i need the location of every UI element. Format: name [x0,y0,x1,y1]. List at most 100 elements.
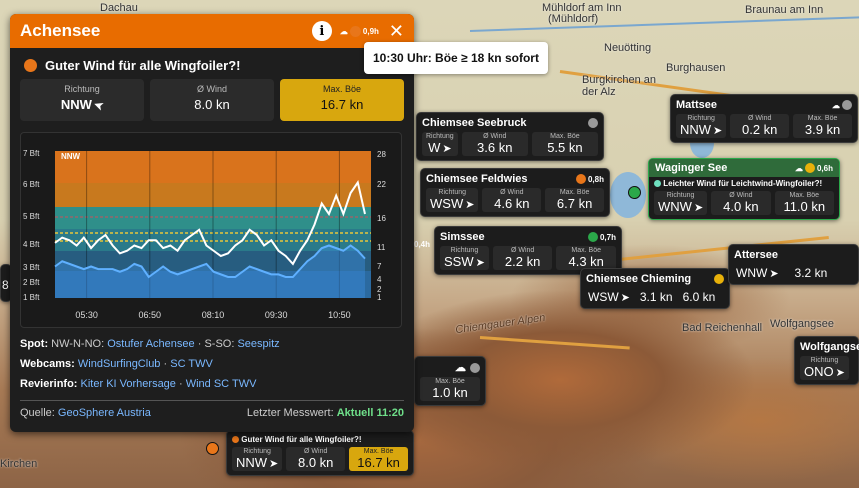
place-label: Bad Reichenhall [682,322,763,334]
station-message-text: Guter Wind für alle Wingfoiler?! [241,435,362,444]
wind-value: 4.0 kn [723,199,759,214]
wind-value: 3.6 kn [477,140,513,155]
wind-label: Ø Wind [500,189,524,196]
station-title: Simssee [440,231,485,243]
status-dot [714,274,724,284]
station-card-chiemsee-seebruck[interactable]: Chiemsee Seebruck Richtung W ➤ Ø Wind 3.6 k… [416,112,604,161]
webcam-link-1[interactable]: WindSurfingClub [78,358,161,370]
y-tick-left: 3 Bft [23,263,40,272]
revier-link-2[interactable]: Wind SC TWV [186,378,257,390]
gust-label: Max. Böe [435,378,465,385]
station-title: Waginger See [655,162,728,174]
y-tick-right: 28 [377,150,386,159]
spot-s-link[interactable]: Seespitz [237,338,279,350]
y-tick-left: 4 Bft [23,240,40,249]
webcams-label: Webcams: [20,358,75,370]
gust-value: 11.0 kn [783,199,826,214]
station-card-wolfgangsee[interactable]: Wolfgangsee RichtungONO➤ [794,336,859,385]
place-label: Chiemgauer Alpen [454,311,547,337]
place-label: Wolfgangsee [770,318,835,330]
direction-value: WSW [588,290,619,304]
panel-message: Guter Wind für alle Wingfoiler?! [10,48,414,79]
station-card-attersee[interactable]: Attersee WNW ➤ 3.2 kn [728,244,859,285]
panel-header: Achensee i ☁ 0,9h ✕ [10,14,414,48]
revier-link-1[interactable]: Kiter KI Vorhersage [81,378,176,390]
y-tick-right: 7 [377,262,382,271]
gust-value: 6.7 kn [556,196,593,211]
gust-value: 5.5 kn [547,140,583,155]
cloud-icon: ☁ [455,362,466,374]
direction-value: WNW [658,199,692,214]
partial-value: 8 [2,278,9,292]
wind-value: 3.1 kn [639,290,673,304]
spot-label: Spot: [20,338,49,350]
y-tick-right: 22 [377,180,386,189]
duration-badge: 0,6h [816,163,833,173]
cloud-icon: ☁ [339,26,348,36]
y-tick-right: 11 [377,243,386,252]
station-marker[interactable] [628,186,641,199]
gust-label: Max. Böe [807,115,838,122]
direction-value: W [428,140,441,155]
panel-footer: Quelle: GeoSphere Austria Letzter Messwe… [20,407,404,419]
station-title: Wolfgangsee [800,341,859,353]
source-link[interactable]: GeoSphere Austria [58,407,151,419]
gust-value: 6.0 kn [682,290,716,304]
wind-arrow-icon: ➤ [442,143,452,155]
spot-s-label: S-SO: [204,338,235,350]
spot-nw-link[interactable]: Ostufer Achensee [107,338,194,350]
station-message: Leichter Wind für Leichtwind-Wingfoiler?… [654,179,834,188]
wind-label: Ø Wind [510,247,535,254]
wind-arrow-icon: ➤ [835,367,845,379]
message-dot [232,436,239,444]
direction-value: SSW [444,254,474,269]
station-card-unnamed[interactable]: ☁ Max. Böe 1.0 kn [414,356,486,406]
wind-arrow-icon: ➤ [475,257,485,269]
y-tick-left: 2 Bft [23,278,40,287]
station-card-mattsee[interactable]: Mattsee ☁ Richtung NNW ➤ Ø Wind 0.2 kn Max. … [670,94,858,143]
gust-label: Max. Böe [322,84,362,94]
x-tick: 05:30 [75,310,98,320]
wind-value: 4.6 kn [494,196,530,211]
y-tick-left: 7 Bft [23,149,40,158]
status-dot [575,174,586,184]
station-card-chiemsee-chieming[interactable]: Chiemsee Chieming WSW ➤ 3.1 kn 6.0 kn [580,268,730,309]
wind-value: 3.2 kn [794,266,828,280]
info-icon[interactable]: i [311,21,332,41]
webcam-link-2[interactable]: SC TWV [170,358,213,370]
direction-label: Richtung [810,357,839,364]
direction-label: Richtung [666,192,695,199]
last-reading-label: Letzter Messwert: [246,407,334,419]
place-label: Burghausen [666,62,726,74]
panel-links: Spot: NW-N-NO: Ostufer Achensee · S-SO: … [20,338,280,390]
status-dot [587,232,598,242]
y-tick-right: 16 [377,214,386,223]
gust-value: 1.0 kn [432,385,468,400]
close-icon[interactable]: ✕ [389,21,404,42]
direction-label: Richtung [243,448,271,455]
weather-badge: ☁ 0,9h [339,25,379,37]
panel-message-text: Guter Wind für alle Wingfoiler?! [45,58,241,73]
gust-value: 3.9 kn [804,122,841,137]
wind-arrow-icon: ➤ [620,292,630,304]
gust-label: Max. Böe [363,448,394,455]
message-dot [24,59,37,72]
station-card-achensee-mini[interactable]: Guter Wind für alle Wingfoiler?! Richtun… [226,430,414,476]
wind-label: Ø Wind [304,448,328,455]
wind-value: 8.0 kn [194,97,230,112]
station-marker[interactable] [206,442,219,455]
wind-arrow-icon: ➤ [269,458,279,470]
wind-value: 2.2 kn [504,254,541,269]
station-title: Chiemsee Seebruck [422,117,527,129]
wind-chart[interactable]: 7 Bft 6 Bft 5 Bft 4 Bft 3 Bft 2 Bft 1 Bft 28 22 1… [20,132,402,328]
station-card-waginger-see[interactable]: Waginger See ☁ 0,6h Leichter Wind für Leic… [648,158,840,220]
wind-label: Ø Wind [748,115,772,122]
station-card-chiemsee-feldwies[interactable]: Chiemsee Feldwies 0,8h Richtung WSW ➤ Ø Win… [420,168,610,217]
road [479,336,630,350]
place-label: Kirchen [0,458,38,470]
wind-arrow-icon: ➤ [465,199,475,211]
direction-value: WSW [430,196,464,211]
gust-label: Max. Böe [550,133,580,140]
station-message-text: Leichter Wind für Leichtwind-Wingfoiler?… [663,179,823,188]
place-label: Burgkirchen an der Alz [582,74,656,98]
